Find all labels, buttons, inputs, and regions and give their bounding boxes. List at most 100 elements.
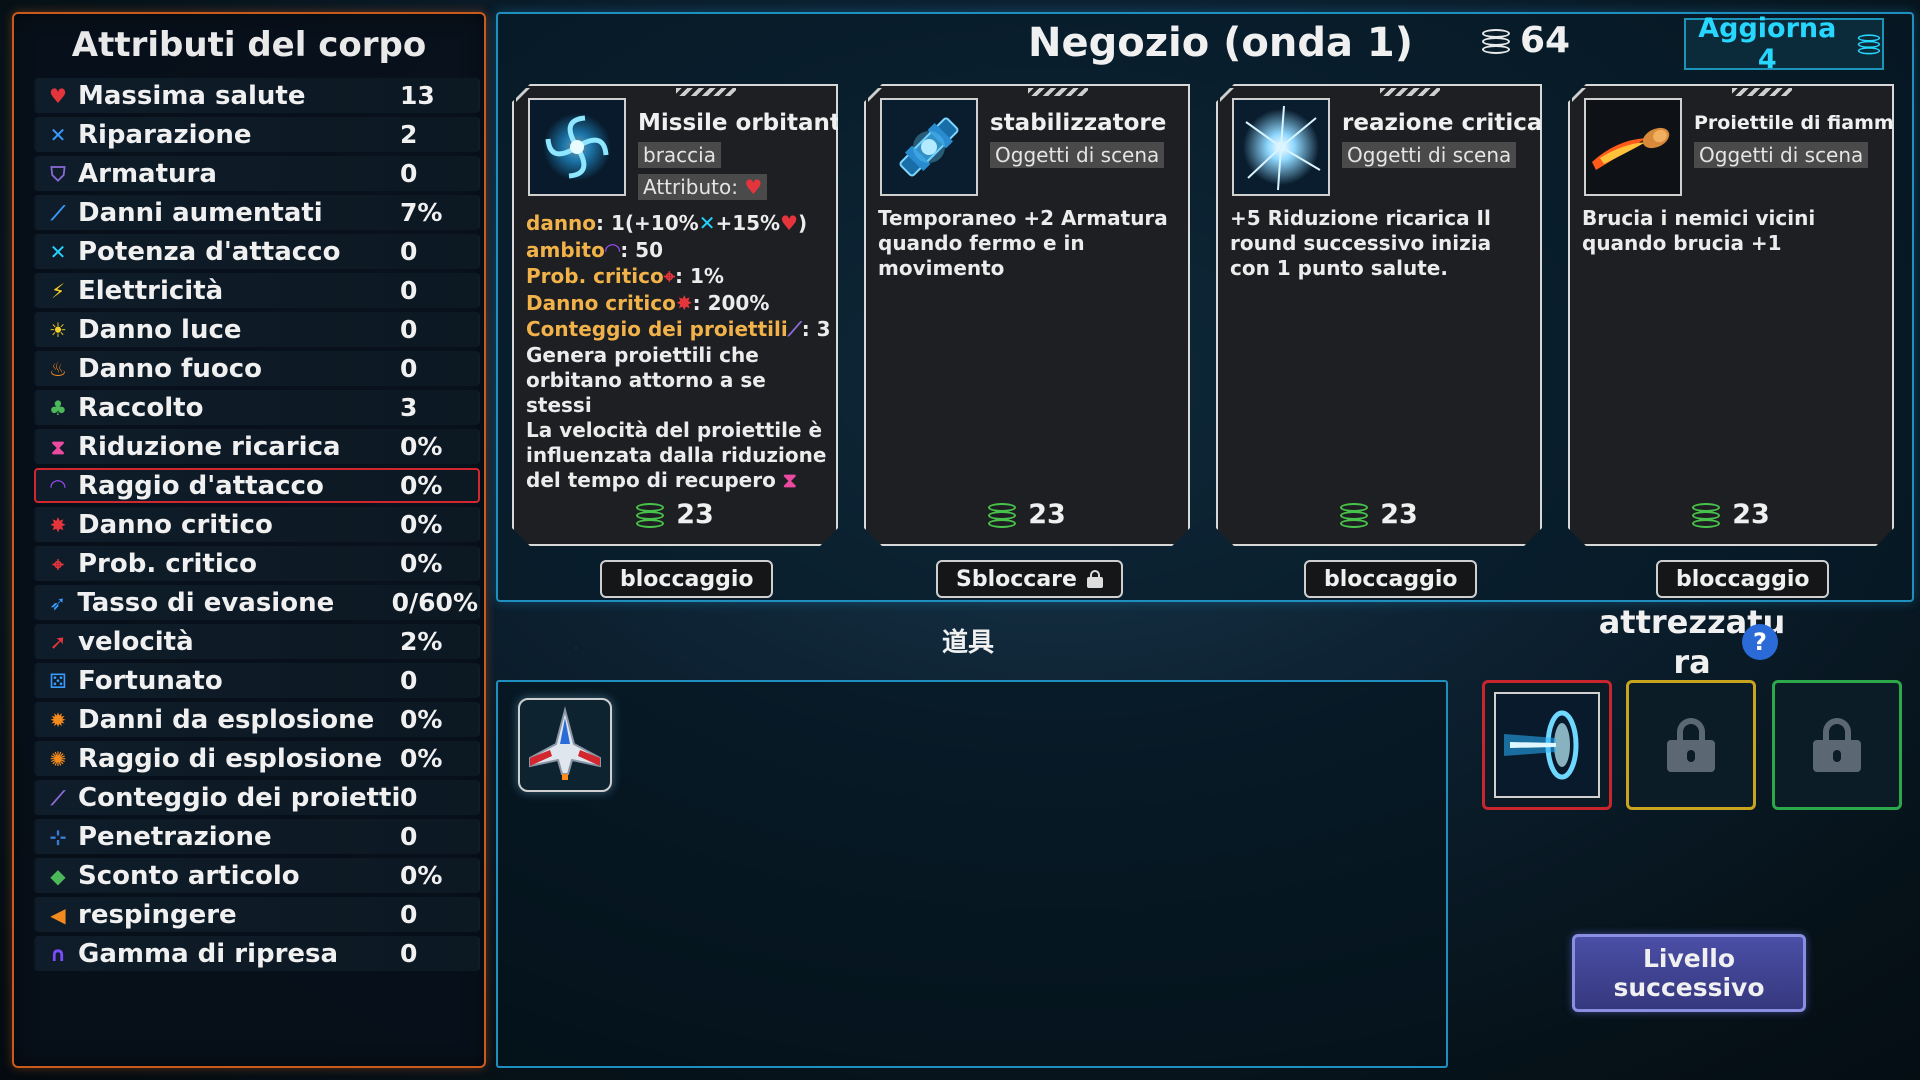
coin-balance: 64 [1482, 20, 1570, 61]
next-level-button[interactable]: Livello successivo [1572, 934, 1806, 1012]
attribute-value: 0/60% [391, 588, 478, 617]
attribute-label: Gamma di ripresa [78, 938, 339, 969]
equipment-slot-3-locked[interactable] [1772, 680, 1902, 810]
attribute-row[interactable]: ◆ Sconto articolo 0% [34, 858, 480, 893]
attribute-value: 2% [400, 627, 443, 656]
shop-card-orbiting-missile[interactable]: Missile orbitante braccia Attributo: ♥ d… [512, 84, 838, 546]
attribute-row[interactable]: ➶ Tasso di evasione 0/60% [34, 585, 480, 620]
prop-slot-spaceship[interactable] [518, 698, 612, 792]
knockback-icon: ◀ [50, 902, 66, 927]
card-stripe-decoration [1380, 88, 1440, 96]
attribute-row[interactable]: ➚ velocità 2% [34, 624, 480, 659]
attributes-title: Attributi del corpo [71, 25, 427, 65]
attribute-value: 0 [400, 276, 418, 305]
dodge-icon: ➶ [49, 590, 67, 615]
lock-card-1-button[interactable]: bloccaggio [600, 560, 774, 598]
price-value: 23 [1380, 499, 1418, 530]
lock-label: bloccaggio [1324, 566, 1458, 592]
coin-stack-icon [636, 501, 664, 529]
attribute-row[interactable]: ⟋ Danni aumentati 7% [34, 195, 480, 230]
attribute-row[interactable]: ♣ Raccolto 3 [34, 390, 480, 425]
flame-bullet-icon [1584, 98, 1682, 196]
attribute-row[interactable]: ♨ Danno fuoco 0 [34, 351, 480, 386]
props-inventory-panel [496, 680, 1448, 1068]
attribute-row[interactable]: ⧗ Riduzione ricarica 0% [34, 429, 480, 464]
attribute-row[interactable]: ✹ Danni da esplosione 0% [34, 702, 480, 737]
range-icon: ◠ [604, 237, 621, 262]
attribute-row[interactable]: ◀ respingere 0 [34, 897, 480, 932]
refresh-shop-button[interactable]: Aggiorna 4 [1684, 13, 1884, 75]
stabilizer-icon [880, 98, 978, 196]
orbiting-missile-icon [528, 98, 626, 196]
attribute-label: Sconto articolo [78, 860, 300, 891]
card-name: reazione critica [1342, 110, 1543, 136]
spaceship-icon [529, 706, 601, 780]
critical-reaction-icon [1232, 98, 1330, 196]
card-attribute-tag: Attributo: ♥ [638, 174, 767, 200]
rocket-icon: ➚ [49, 629, 67, 654]
price-value: 23 [676, 499, 714, 530]
attribute-row[interactable]: ⚡ Elettricità 0 [34, 273, 480, 308]
attribute-value: 0% [400, 549, 443, 578]
card-description: Temporaneo +2 Armatura quando fermo e in… [878, 206, 1168, 280]
coin-count: 64 [1520, 20, 1571, 61]
attribute-row[interactable]: ✕ Riparazione 2 [34, 117, 480, 152]
card-type-tag: Oggetti di scena [1342, 142, 1516, 168]
price-value: 23 [1028, 499, 1066, 530]
shop-card-critical-reaction[interactable]: reazione critica Oggetti di scena +5 Rid… [1216, 84, 1542, 546]
attribute-value: 2 [400, 120, 418, 149]
attribute-label: Danni da esplosione [78, 704, 375, 735]
attribute-row[interactable]: ⌖ Prob. critico 0% [34, 546, 480, 581]
attribute-row[interactable]: ☀ Danno luce 0 [34, 312, 480, 347]
attribute-row[interactable]: ⟋ Conteggio dei proiettili 0 [34, 780, 480, 815]
shield-icon: ⛉ [50, 161, 66, 186]
shop-card-stabilizer[interactable]: stabilizzatore Oggetti di scena Temporan… [864, 84, 1190, 546]
attribute-label: Danno fuoco [78, 353, 263, 384]
attribute-row[interactable]: ⚄ Fortunato 0 [34, 663, 480, 698]
heart-icon: ♥ [744, 175, 763, 199]
equipment-slot-1[interactable] [1482, 680, 1612, 810]
tag-icon: ◆ [50, 863, 66, 888]
attribute-value: 0 [400, 900, 418, 929]
attribute-row[interactable]: ◠ Raggio d'attacco 0% [34, 468, 480, 503]
padlock-icon [1086, 570, 1103, 588]
attribute-label: Prob. critico [78, 548, 258, 579]
lock-label: bloccaggio [1676, 566, 1810, 592]
attribute-row[interactable]: ⛉ Armatura 0 [34, 156, 480, 191]
attribute-label: Danno luce [78, 314, 242, 345]
attribute-row[interactable]: ✕ Potenza d'attacco 0 [34, 234, 480, 269]
attribute-label: Riduzione ricarica [78, 431, 341, 462]
attribute-value: 0 [400, 354, 418, 383]
sword-icon: ⟋ [51, 200, 65, 225]
crit-damage-icon: ✸ [675, 290, 693, 315]
attribute-row[interactable]: ✸ Danno critico 0% [34, 507, 480, 542]
card-stripe-decoration [1732, 88, 1792, 96]
price-value: 23 [1732, 499, 1770, 530]
attribute-value: 0% [400, 471, 443, 500]
attribute-label: Raggio d'attacco [78, 470, 324, 501]
stat-range: ambito◠: 50 [526, 237, 663, 262]
attribute-row[interactable]: ✺ Raggio di esplosione 0% [34, 741, 480, 776]
card-price: 23 [1218, 499, 1540, 530]
card-name: stabilizzatore [990, 110, 1167, 136]
attribute-label: Massima salute [78, 80, 306, 111]
hourglass-icon: ⧗ [782, 467, 797, 492]
attribute-label: Attributo: [643, 175, 738, 199]
lock-card-3-button[interactable]: bloccaggio [1304, 560, 1478, 598]
lock-card-4-button[interactable]: bloccaggio [1656, 560, 1830, 598]
attribute-row[interactable]: ♥ Massima salute 13 [34, 78, 480, 113]
equipment-slot-2-locked[interactable] [1626, 680, 1756, 810]
crit-chance-icon: ⌖ [663, 264, 675, 288]
help-icon[interactable]: ? [1742, 624, 1778, 660]
attribute-label: Fortunato [78, 665, 223, 696]
attribute-row[interactable]: ⊹ Penetrazione 0 [34, 819, 480, 854]
attribute-value: 0 [400, 939, 418, 968]
unlock-label: Sbloccare [956, 566, 1077, 592]
wrench-icon: ✕ [49, 122, 67, 147]
unlock-card-2-button[interactable]: Sbloccare [936, 560, 1123, 598]
attribute-row[interactable]: ∩ Gamma di ripresa 0 [34, 936, 480, 971]
shop-card-flame-bullet[interactable]: Proiettile di fiamma Oggetti di scena Br… [1568, 84, 1894, 546]
heart-icon: ♥ [780, 211, 799, 235]
attributes-list: ♥ Massima salute 13 ✕ Riparazione 2 ⛉ Armatura 0… [34, 78, 480, 975]
refresh-label: Aggiorna 4 [1698, 13, 1837, 75]
